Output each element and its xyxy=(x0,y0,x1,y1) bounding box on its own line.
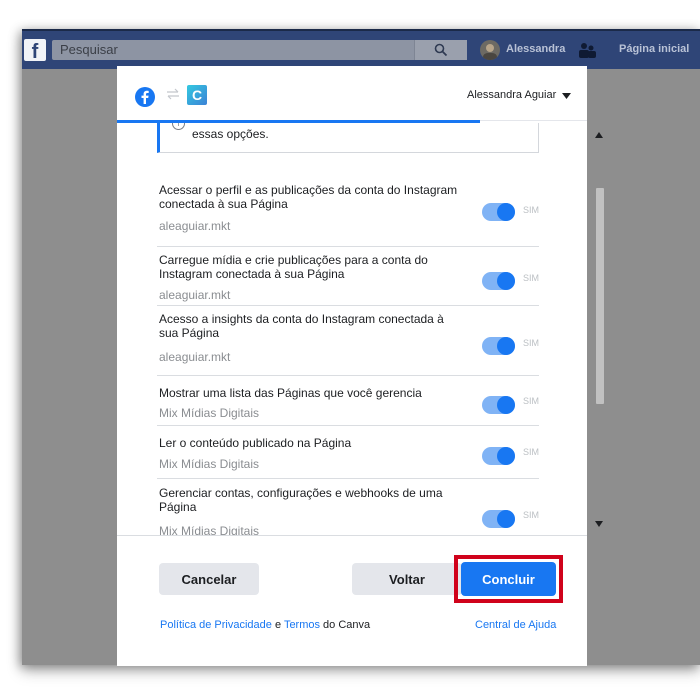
permissions-list[interactable]: i essas opções. Acessar o perfil e as pu… xyxy=(117,123,587,535)
footer-and-text: e xyxy=(271,619,284,631)
permission-toggle[interactable] xyxy=(482,447,515,465)
info-notice: i essas opções. xyxy=(157,123,539,153)
scroll-up-arrow-icon[interactable] xyxy=(595,132,603,138)
conclude-button[interactable]: Concluir xyxy=(461,562,556,596)
toggle-label: SIM xyxy=(523,396,540,406)
info-icon: i xyxy=(172,123,185,130)
home-link[interactable]: Página inicial xyxy=(619,43,689,55)
toggle-label: SIM xyxy=(523,338,540,348)
avatar[interactable] xyxy=(480,40,500,60)
permission-row: Ler o conteúdo publicado na Página Mix M… xyxy=(157,436,539,479)
search-placeholder: Pesquisar xyxy=(60,42,118,57)
facebook-icon xyxy=(135,87,155,107)
permission-row: Carregue mídia e crie publicações para a… xyxy=(157,253,539,306)
back-button[interactable]: Voltar xyxy=(352,563,462,595)
permission-title: Gerenciar contas, configurações e webhoo… xyxy=(159,486,443,514)
footer-app-text: do Canva xyxy=(320,619,371,631)
permission-row: Acesso a insights da conta do Instagram … xyxy=(157,312,539,376)
search-button[interactable] xyxy=(414,40,467,60)
permission-row: Acessar o perfil e as publicações da con… xyxy=(157,183,539,247)
friends-icon[interactable] xyxy=(578,42,596,58)
info-text: essas opções. xyxy=(192,127,269,141)
permission-account: Mix Mídias Digitais xyxy=(159,406,260,420)
link-arrows-icon xyxy=(167,88,179,100)
permission-toggle[interactable] xyxy=(482,337,515,355)
permission-toggle[interactable] xyxy=(482,396,515,414)
permission-toggle[interactable] xyxy=(482,203,515,221)
toggle-label: SIM xyxy=(523,273,540,283)
permission-account: aleaguiar.mkt xyxy=(159,288,231,302)
help-center-link[interactable]: Central de Ajuda xyxy=(475,619,556,631)
search-input[interactable]: Pesquisar xyxy=(52,40,467,60)
privacy-policy-link[interactable]: Política de Privacidade xyxy=(160,619,272,631)
permission-title: Acesso a insights da conta do Instagram … xyxy=(159,312,444,340)
profile-link[interactable]: Alessandra xyxy=(506,43,565,55)
account-switcher[interactable]: Alessandra Aguiar xyxy=(467,89,556,101)
scroll-down-arrow-icon[interactable] xyxy=(595,521,603,527)
permission-toggle[interactable] xyxy=(482,272,515,290)
permission-title: Acessar o perfil e as publicações da con… xyxy=(159,183,458,211)
login-permissions-dialog: C Alessandra Aguiar i essas opções. Aces… xyxy=(117,66,604,666)
facebook-logo-icon[interactable]: f xyxy=(24,39,46,61)
permission-row: Mostrar uma lista das Páginas que você g… xyxy=(157,386,539,426)
permission-account: aleaguiar.mkt xyxy=(159,219,231,233)
facebook-topbar: f Pesquisar Alessandra Página inicial xyxy=(22,29,700,69)
permission-row: Gerenciar contas, configurações e webhoo… xyxy=(157,486,539,535)
permission-account: Mix Mídias Digitais xyxy=(159,524,260,535)
permission-title: Ler o conteúdo publicado na Página xyxy=(159,436,352,450)
footer-links: Política de Privacidade e Termos do Canv… xyxy=(160,619,370,631)
toggle-label: SIM xyxy=(523,205,540,215)
terms-link[interactable]: Termos xyxy=(284,619,320,631)
toggle-label: SIM xyxy=(523,510,540,520)
dialog-header: C Alessandra Aguiar xyxy=(117,66,587,121)
cancel-button[interactable]: Cancelar xyxy=(159,563,259,595)
dialog-footer: Cancelar Voltar Concluir Política de Pri… xyxy=(117,535,587,666)
permission-title: Mostrar uma lista das Páginas que você g… xyxy=(159,386,422,400)
canva-app-icon: C xyxy=(187,85,207,105)
permission-account: aleaguiar.mkt xyxy=(159,350,231,364)
scrollbar-thumb[interactable] xyxy=(596,188,604,404)
toggle-label: SIM xyxy=(523,447,540,457)
permission-toggle[interactable] xyxy=(482,510,515,528)
search-icon xyxy=(434,43,448,57)
permission-title: Carregue mídia e crie publicações para a… xyxy=(159,253,428,281)
caret-down-icon[interactable] xyxy=(562,93,571,99)
permission-account: Mix Mídias Digitais xyxy=(159,457,260,471)
avatar-icon xyxy=(483,44,497,60)
